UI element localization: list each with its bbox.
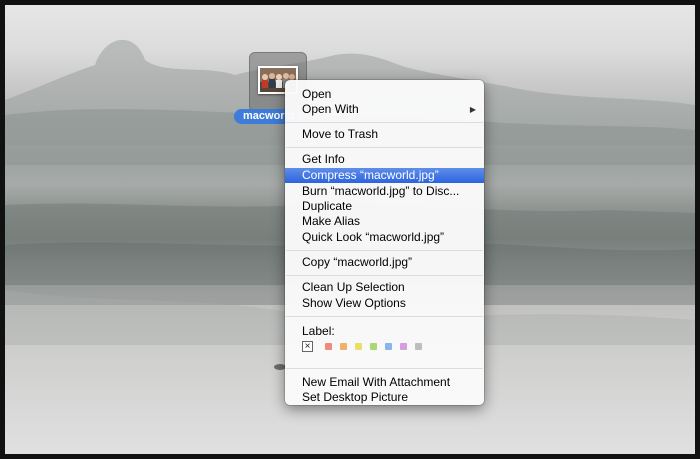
menu-item-open[interactable]: Open bbox=[285, 87, 484, 102]
menu-separator bbox=[286, 368, 483, 369]
desktop[interactable]: macworld.jpg Open Open With ▶ Move to Tr… bbox=[5, 5, 695, 454]
menu-item-copy[interactable]: Copy “macworld.jpg” bbox=[285, 255, 484, 270]
menu-separator bbox=[286, 147, 483, 148]
menu-separator bbox=[286, 275, 483, 276]
label-yellow-swatch[interactable] bbox=[355, 343, 362, 350]
label-section-title: Label: bbox=[302, 324, 335, 338]
label-blue-swatch[interactable] bbox=[385, 343, 392, 350]
menu-separator bbox=[286, 250, 483, 251]
menu-item-quick-look[interactable]: Quick Look “macworld.jpg” bbox=[285, 230, 484, 245]
menu-item-duplicate[interactable]: Duplicate bbox=[285, 199, 484, 214]
label-orange-swatch[interactable] bbox=[340, 343, 347, 350]
label-none-swatch[interactable]: × bbox=[302, 341, 313, 352]
label-green-swatch[interactable] bbox=[370, 343, 377, 350]
label-purple-swatch[interactable] bbox=[400, 343, 407, 350]
menu-item-move-to-trash[interactable]: Move to Trash bbox=[285, 127, 484, 142]
menu-item-compress[interactable]: Compress “macworld.jpg” bbox=[285, 168, 484, 183]
menu-item-set-desktop-picture[interactable]: Set Desktop Picture bbox=[285, 390, 484, 405]
menu-item-burn-to-disc[interactable]: Burn “macworld.jpg” to Disc... bbox=[285, 184, 484, 199]
label-gray-swatch[interactable] bbox=[415, 343, 422, 350]
context-menu: Open Open With ▶ Move to Trash Get Info … bbox=[285, 80, 484, 405]
menu-separator bbox=[286, 316, 483, 317]
menu-separator bbox=[286, 122, 483, 123]
submenu-arrow-icon: ▶ bbox=[469, 105, 476, 114]
menu-item-open-with[interactable]: Open With ▶ bbox=[285, 102, 484, 117]
menu-item-clean-up-selection[interactable]: Clean Up Selection bbox=[285, 280, 484, 295]
menu-item-make-alias[interactable]: Make Alias bbox=[285, 214, 484, 229]
menu-item-show-view-options[interactable]: Show View Options bbox=[285, 296, 484, 311]
label-red-swatch[interactable] bbox=[325, 343, 332, 350]
menu-item-get-info[interactable]: Get Info bbox=[285, 152, 484, 167]
menu-item-open-with-label: Open With bbox=[302, 102, 359, 116]
menu-item-new-email-with-attachment[interactable]: New Email With Attachment bbox=[285, 375, 484, 390]
